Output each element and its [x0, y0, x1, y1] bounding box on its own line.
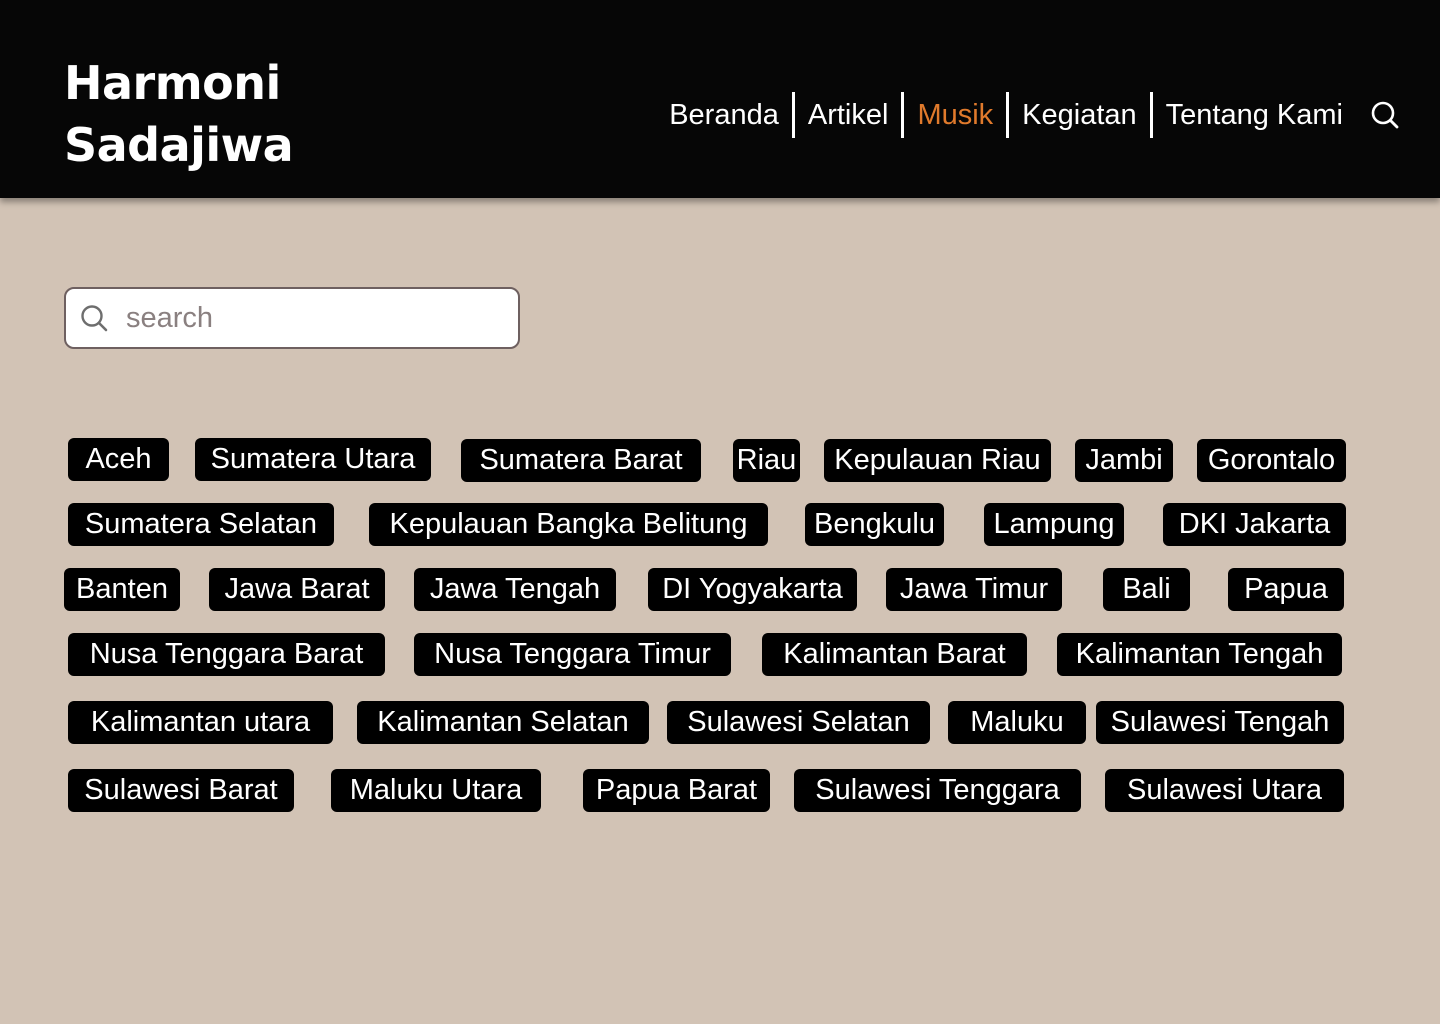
- province-tag[interactable]: Jawa Tengah: [414, 568, 616, 611]
- province-tag[interactable]: Sumatera Utara: [195, 438, 431, 481]
- nav-item-musik[interactable]: Musik: [901, 92, 1006, 138]
- province-tag[interactable]: Kepulauan Riau: [824, 439, 1051, 482]
- province-tag[interactable]: Sulawesi Selatan: [667, 701, 930, 744]
- brand-line-2: Sadajiwa: [64, 118, 294, 172]
- province-tag[interactable]: Bali: [1103, 568, 1190, 611]
- brand-line-1: Harmoni: [64, 56, 281, 110]
- province-tag[interactable]: Kalimantan Selatan: [357, 701, 649, 744]
- province-tag[interactable]: Papua: [1228, 568, 1344, 611]
- province-tag[interactable]: Kalimantan utara: [68, 701, 333, 744]
- search-box: [64, 287, 520, 349]
- province-tag[interactable]: Nusa Tenggara Timur: [414, 633, 731, 676]
- province-tag[interactable]: Sulawesi Tenggara: [794, 769, 1081, 812]
- province-tag[interactable]: Jambi: [1075, 439, 1173, 482]
- province-tag[interactable]: Papua Barat: [583, 769, 770, 812]
- search-icon: [81, 305, 108, 332]
- province-tag[interactable]: Kepulauan Bangka Belitung: [369, 503, 768, 546]
- province-tag[interactable]: Sumatera Selatan: [68, 503, 334, 546]
- province-tag[interactable]: Sulawesi Barat: [68, 769, 294, 812]
- main-nav: Beranda Artikel Musik Kegiatan Tentang K…: [656, 92, 1400, 138]
- province-tag[interactable]: DKI Jakarta: [1163, 503, 1346, 546]
- province-tag[interactable]: Sulawesi Utara: [1105, 769, 1344, 812]
- nav-item-tentang-kami[interactable]: Tentang Kami: [1149, 92, 1356, 138]
- province-tag[interactable]: Sumatera Barat: [461, 439, 701, 482]
- province-tag[interactable]: Maluku Utara: [331, 769, 541, 812]
- province-tag[interactable]: Aceh: [68, 438, 169, 481]
- province-tag[interactable]: Bengkulu: [805, 503, 944, 546]
- nav-item-beranda[interactable]: Beranda: [656, 92, 792, 138]
- search-icon[interactable]: [1370, 100, 1400, 130]
- province-tag[interactable]: Banten: [64, 568, 180, 611]
- search-input[interactable]: [126, 297, 506, 339]
- province-tag[interactable]: Maluku: [948, 701, 1086, 744]
- site-header: Harmoni Sadajiwa Beranda Artikel Musik K…: [0, 0, 1440, 198]
- site-logo[interactable]: Harmoni Sadajiwa: [64, 52, 294, 176]
- nav-item-artikel[interactable]: Artikel: [791, 92, 902, 138]
- province-tag[interactable]: Kalimantan Barat: [762, 633, 1027, 676]
- province-tag[interactable]: Gorontalo: [1197, 439, 1346, 482]
- province-tag[interactable]: Nusa Tenggara Barat: [68, 633, 385, 676]
- province-tag[interactable]: Jawa Barat: [209, 568, 385, 611]
- province-tag[interactable]: Kalimantan Tengah: [1057, 633, 1342, 676]
- province-tag[interactable]: Jawa Timur: [886, 568, 1062, 611]
- province-tag[interactable]: Lampung: [984, 503, 1124, 546]
- province-tag[interactable]: DI Yogyakarta: [648, 568, 857, 611]
- province-tag[interactable]: Riau: [733, 439, 800, 482]
- province-tag[interactable]: Sulawesi Tengah: [1096, 701, 1344, 744]
- nav-item-kegiatan[interactable]: Kegiatan: [1006, 92, 1150, 138]
